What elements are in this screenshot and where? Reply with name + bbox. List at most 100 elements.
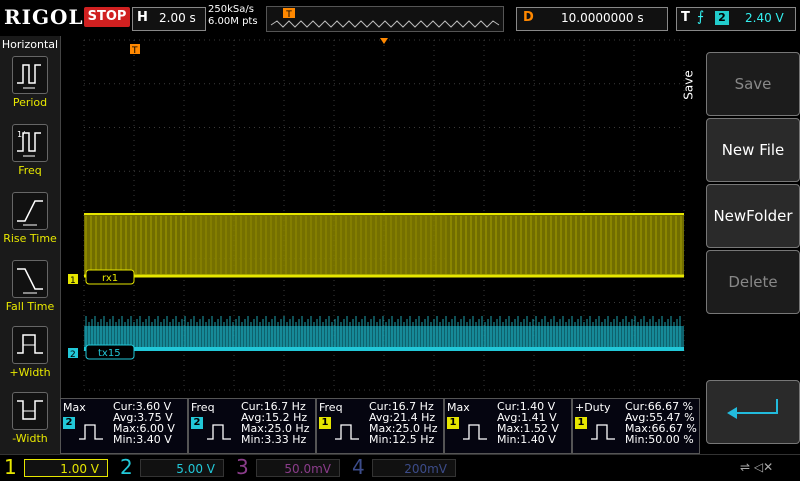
measurement-type: Max [63, 401, 86, 414]
waveform-display[interactable]: rx1 tx15 1 2 T T [62, 38, 700, 396]
menu-tab-save: Save [681, 70, 696, 100]
channel-scale: 1.00 V [24, 459, 108, 477]
svg-text:1/: 1/ [17, 130, 25, 139]
measurement-min: Min:1.40 V [497, 433, 556, 446]
ch2-label: tx15 [98, 348, 121, 359]
waveform-canvas: rx1 tx15 1 2 T T [68, 38, 700, 391]
rising-edge-icon: ⨍ [697, 9, 705, 25]
sidebar-item-label: Freq [18, 164, 42, 177]
neg-width-icon [12, 392, 48, 430]
sidebar-item-period[interactable]: Period [0, 56, 60, 122]
enter-arrow-icon [727, 399, 778, 419]
sidebar-item-label: -Width [12, 432, 48, 445]
sidebar-item-label: Period [12, 96, 48, 109]
measurement-type: Freq [319, 401, 343, 414]
measurement-wave-icon [463, 424, 487, 440]
trigger-box[interactable]: T ⨍ 2 2.40 V [676, 7, 796, 31]
mute-icon: ◁✕ [753, 460, 774, 474]
ch1-marker: 1 [70, 276, 76, 286]
sample-info: 250kSa/s 6.00M pts [208, 4, 258, 28]
channel-number: 4 [352, 455, 365, 479]
measurement-type: Freq [191, 401, 215, 414]
brand-logo: RIGOL [4, 5, 84, 29]
measurement-channel: 1 [447, 417, 459, 429]
measurement-channel: 2 [191, 417, 203, 429]
sidebar-item-freq[interactable]: 1/ Freq [0, 124, 60, 190]
measurement-item[interactable]: Max 2 Cur:3.60 V Avg:3.75 V Max:6.00 V Min:3.… [60, 398, 188, 454]
freq-icon: 1/ [12, 124, 48, 162]
measurement-min: Min:12.5 Hz [369, 433, 435, 446]
measurement-values: Cur:16.7 Hz Avg:21.4 Hz Max:25.0 Hz Min:12.… [369, 401, 437, 445]
timebase-box[interactable]: H 2.00 s [132, 7, 206, 31]
new-file-button[interactable]: New File [706, 118, 800, 182]
channel-scale: 200mV [372, 459, 456, 477]
channel-scale: 5.00 V [140, 459, 224, 477]
timebase-value: 2.00 s [159, 11, 196, 25]
ch1-burst-dense-right [446, 214, 684, 276]
measurement-channel: 2 [63, 417, 75, 429]
memory-trigger-marker: T [285, 10, 292, 20]
trigger-level: 2.40 V [745, 11, 784, 25]
fall-time-icon [12, 260, 48, 298]
channel-number: 1 [4, 455, 17, 479]
measurement-channel: 1 [319, 417, 331, 429]
delay-label: D [523, 10, 534, 25]
memory-overview: T [266, 6, 504, 32]
sidebar-item-label: +Width [9, 366, 51, 379]
trigger-position-marker: T [131, 46, 138, 56]
horizontal-measure-sidebar: Horizontal Period 1/ Freq Rise Time Fall… [0, 36, 61, 454]
measurement-panel: Max 2 Cur:3.60 V Avg:3.75 V Max:6.00 V Min:3.… [60, 398, 700, 454]
save-menu: Save Save New File NewFolder Delete [681, 36, 800, 454]
measurement-item[interactable]: +Duty 1 Cur:66.67 % Avg:55.47 % Max:66.67 % M… [572, 398, 700, 454]
measurement-wave-icon [335, 424, 359, 440]
sidebar-title: Horizontal [1, 38, 59, 51]
measurement-wave-icon [591, 424, 615, 440]
measurement-min: Min:3.33 Hz [241, 433, 307, 446]
measurement-wave-icon [79, 424, 103, 440]
channel-scale: 50.0mV [256, 459, 340, 477]
channel-4-tab[interactable]: 4 200mV [348, 455, 460, 479]
measurement-item[interactable]: Max 1 Cur:1.40 V Avg:1.41 V Max:1.52 V Min:1.… [444, 398, 572, 454]
channel-1-tab[interactable]: 1 1.00 V [0, 455, 112, 479]
trigger-label: T [681, 10, 690, 25]
ch2-marker: 2 [70, 350, 76, 360]
measurement-values: Cur:16.7 Hz Avg:15.2 Hz Max:25.0 Hz Min:3.3… [241, 401, 309, 445]
sidebar-item-fall-time[interactable]: Fall Time [0, 260, 60, 326]
channel-number: 2 [120, 455, 133, 479]
center-marker-icon [380, 38, 388, 44]
sample-rate: 250kSa/s [208, 4, 254, 15]
memory-depth: 6.00M pts [208, 16, 258, 27]
delay-value: 10.0000000 s [561, 11, 644, 25]
run-state-badge[interactable]: STOP [84, 7, 130, 27]
channel-number: 3 [236, 455, 249, 479]
sidebar-item-rise-time[interactable]: Rise Time [0, 192, 60, 258]
top-status-bar: RIGOL STOP H 2.00 s 250kSa/s 6.00M pts T… [0, 0, 800, 36]
channel-3-tab[interactable]: 3 50.0mV [232, 455, 344, 479]
measurement-item[interactable]: Freq 2 Cur:16.7 Hz Avg:15.2 Hz Max:25.0 Hz Mi… [188, 398, 316, 454]
new-folder-button[interactable]: NewFolder [706, 184, 800, 248]
measurement-item[interactable]: Freq 1 Cur:16.7 Hz Avg:21.4 Hz Max:25.0 Hz Mi… [316, 398, 444, 454]
sidebar-item-neg-width[interactable]: -Width [0, 392, 60, 458]
measurement-min: Min:3.40 V [113, 433, 172, 446]
measurement-type: +Duty [575, 401, 611, 414]
ch2-waveform-band [84, 326, 684, 348]
delay-box[interactable]: D 10.0000000 s [516, 7, 668, 31]
measurement-values: Cur:66.67 % Avg:55.47 % Max:66.67 % Min:50.… [625, 401, 697, 445]
channel-2-tab[interactable]: 2 5.00 V [116, 455, 228, 479]
pos-width-icon [12, 326, 48, 364]
measurement-values: Cur:3.60 V Avg:3.75 V Max:6.00 V Min:3.40 V [113, 401, 175, 445]
delete-button[interactable]: Delete [706, 250, 800, 314]
sidebar-item-pos-width[interactable]: +Width [0, 326, 60, 392]
measurement-channel: 1 [575, 417, 587, 429]
measurement-min: Min:50.00 % [625, 433, 694, 446]
sidebar-item-label: Rise Time [3, 232, 57, 245]
trigger-channel: 2 [715, 11, 729, 25]
sidebar-item-label: Fall Time [5, 300, 55, 313]
rise-time-icon [12, 192, 48, 230]
enter-button[interactable] [706, 380, 800, 444]
memory-overview-waveform: T [270, 8, 500, 28]
measurement-type: Max [447, 401, 470, 414]
ch1-label: rx1 [102, 273, 118, 284]
channel-bar: 1 1.00 V 2 5.00 V 3 50.0mV 4 200mV ⇌ ◁✕ [0, 454, 800, 481]
save-button[interactable]: Save [706, 52, 800, 116]
